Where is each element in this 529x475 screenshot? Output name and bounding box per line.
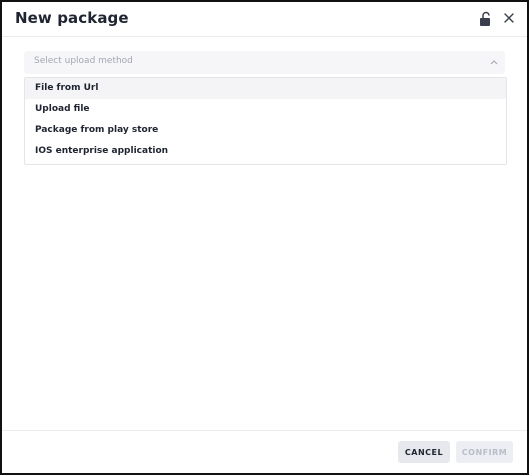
- lock-open-icon[interactable]: [479, 11, 493, 27]
- upload-method-select[interactable]: Select upload method: [24, 51, 505, 74]
- chevron-up-icon: [490, 60, 498, 65]
- option-package-from-play-store[interactable]: Package from play store: [25, 120, 506, 141]
- dialog-title: New package: [15, 9, 129, 27]
- new-package-dialog: New package Select upload method File fr…: [0, 0, 529, 475]
- option-ios-enterprise-application[interactable]: IOS enterprise application: [25, 141, 506, 162]
- option-label: IOS enterprise application: [35, 146, 169, 156]
- option-file-from-url[interactable]: File from Url: [25, 78, 506, 99]
- upload-method-options: File from Url Upload file Package from p…: [24, 77, 507, 165]
- option-label: Upload file: [35, 104, 90, 114]
- close-icon[interactable]: [502, 11, 516, 25]
- dialog-header: New package: [2, 2, 527, 37]
- select-placeholder: Select upload method: [34, 56, 133, 66]
- option-label: File from Url: [35, 83, 99, 93]
- dialog-footer: CANCEL CONFIRM: [2, 430, 527, 474]
- option-upload-file[interactable]: Upload file: [25, 99, 506, 120]
- cancel-button[interactable]: CANCEL: [398, 441, 450, 463]
- confirm-button[interactable]: CONFIRM: [456, 441, 513, 463]
- option-label: Package from play store: [35, 125, 159, 135]
